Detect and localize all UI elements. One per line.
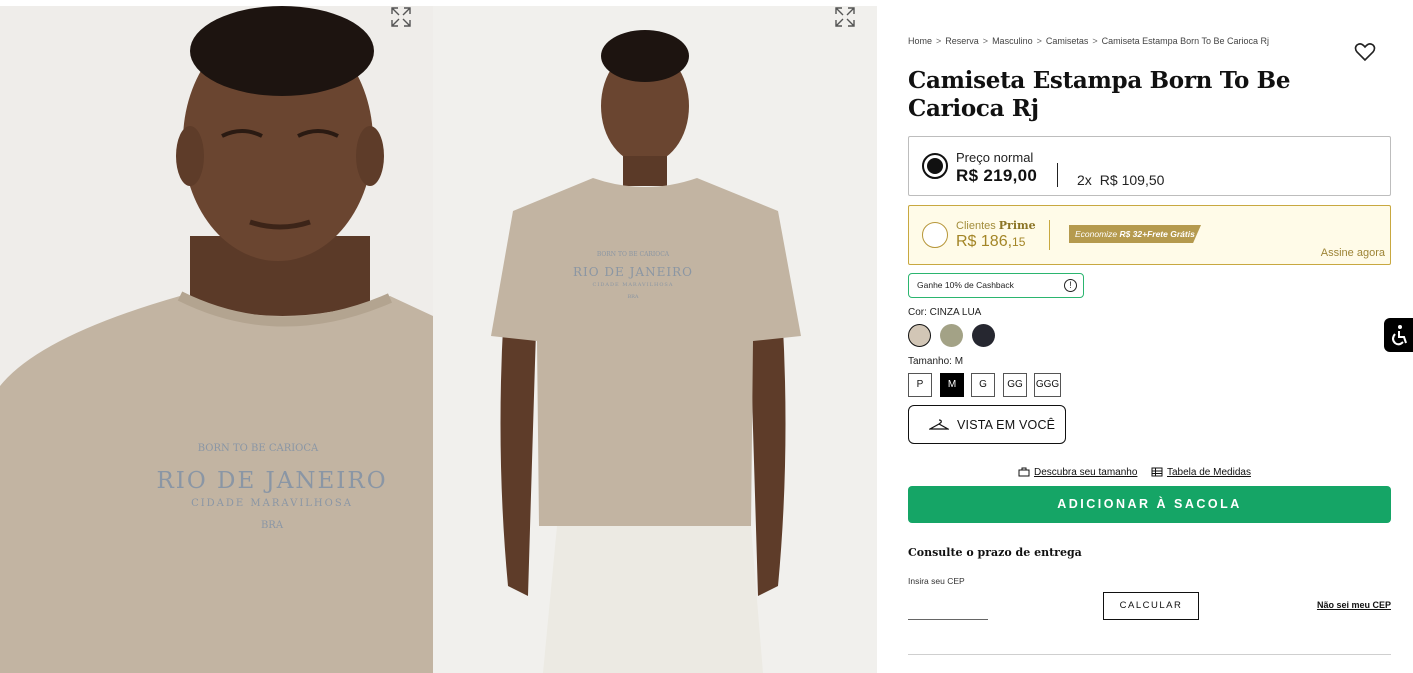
- unknown-cep-link[interactable]: Não sei meu CEP: [1317, 600, 1391, 610]
- print-line-1: BORN TO BE CARIOCA: [198, 443, 319, 454]
- cashback-badge: Ganhe 10% de Cashback !: [908, 273, 1084, 298]
- print-line-4: BRA: [261, 520, 284, 531]
- breadcrumb-home[interactable]: Home: [908, 36, 932, 46]
- color-swatch-green[interactable]: [940, 324, 963, 347]
- print-line-4: BRA: [627, 294, 638, 300]
- prime-tag-prefix: Economize: [1075, 229, 1118, 239]
- breadcrumb-reserva[interactable]: Reserva: [945, 36, 979, 46]
- cep-label: Insira seu CEP: [908, 576, 965, 586]
- print-line-2: RIO DE JANEIRO: [573, 265, 693, 279]
- price-option-prime[interactable]: Clientes Prime R$ 186,15 Economize R$ 32+…: [908, 205, 1391, 265]
- prime-price-cents: 15: [1012, 235, 1026, 249]
- normal-price-label: Preço normal: [956, 150, 1034, 165]
- print-line-1: BORN TO BE CARIOCA: [597, 251, 670, 258]
- accessibility-icon: [1392, 325, 1407, 346]
- breadcrumb-separator: >: [982, 36, 989, 46]
- product-photo-closeup[interactable]: BORN TO BE CARIOCA RIO DE JANEIRO CIDADE…: [0, 6, 433, 673]
- measure-icon: [1018, 467, 1030, 477]
- size-table-link[interactable]: Tabela de Medidas: [1151, 467, 1251, 478]
- product-photo-full[interactable]: BORN TO BE CARIOCA RIO DE JANEIRO CIDADE…: [433, 6, 877, 673]
- price-radio-unselected[interactable]: [922, 222, 948, 248]
- breadcrumb-separator: >: [1092, 36, 1098, 46]
- breadcrumb-separator: >: [936, 36, 942, 46]
- installment-count: 2x: [1077, 172, 1092, 188]
- cashback-label: Ganhe 10% de Cashback: [917, 280, 1014, 290]
- calculate-button[interactable]: CALCULAR: [1103, 592, 1199, 620]
- try-on-button[interactable]: VISTA EM VOCÊ: [908, 405, 1066, 444]
- product-gallery: BORN TO BE CARIOCA RIO DE JANEIRO CIDADE…: [0, 6, 877, 673]
- divider: [908, 654, 1391, 655]
- try-on-label: VISTA EM VOCÊ: [957, 418, 1056, 432]
- prime-subscribe-link[interactable]: Assine agora: [1321, 247, 1385, 259]
- expand-icon[interactable]: [834, 6, 856, 28]
- prime-price: R$ 186,15: [956, 233, 1025, 251]
- size-option-ggg[interactable]: GGG: [1034, 373, 1061, 397]
- prime-label: Clientes Prime: [956, 219, 1036, 232]
- prime-brand: Prime: [998, 219, 1036, 232]
- size-option-gg[interactable]: GG: [1003, 373, 1027, 397]
- prime-tag-value: R$ 32+Frete Grátis: [1119, 229, 1195, 239]
- product-details-panel: Home > Reserva > Masculino > Camisetas > Camiset…: [908, 0, 1391, 673]
- cep-input[interactable]: [908, 604, 988, 620]
- price-option-normal[interactable]: Preço normal R$ 219,00 2x R$ 109,50: [908, 136, 1391, 196]
- breadcrumb: Home > Reserva > Masculino > Camisetas > Camiset…: [908, 36, 1269, 46]
- size-label: Tamanho: M: [908, 356, 964, 367]
- heart-icon[interactable]: [1354, 42, 1376, 62]
- add-to-bag-button[interactable]: ADICIONAR À SACOLA: [908, 486, 1391, 523]
- breadcrumb-current[interactable]: Camiseta Estampa Born To Be Carioca Rj: [1102, 36, 1269, 46]
- price-radio-selected[interactable]: [922, 153, 948, 179]
- print-line-2: RIO DE JANEIRO: [156, 468, 387, 494]
- installments: 2x R$ 109,50: [1077, 172, 1164, 188]
- discover-size-link[interactable]: Descubra seu tamanho: [1018, 467, 1137, 478]
- table-icon: [1151, 467, 1163, 477]
- size-option-p[interactable]: P: [908, 373, 932, 397]
- color-swatch-navy[interactable]: [972, 324, 995, 347]
- color-label: Cor: CINZA LUA: [908, 307, 982, 318]
- accessibility-button[interactable]: [1384, 318, 1413, 352]
- size-table-label: Tabela de Medidas: [1167, 467, 1251, 478]
- prime-divider: [1049, 220, 1050, 250]
- breadcrumb-separator: >: [1036, 36, 1042, 46]
- prime-price-main: R$ 186,: [956, 233, 1013, 250]
- shipping-title: Consulte o prazo de entrega: [908, 546, 1082, 559]
- expand-icon[interactable]: [390, 6, 412, 28]
- size-option-m[interactable]: M: [940, 373, 964, 397]
- print-line-3: CIDADE MARAVILHOSA: [191, 498, 353, 509]
- prime-label-prefix: Clientes: [956, 220, 996, 232]
- installment-value: R$ 109,50: [1099, 172, 1165, 188]
- price-divider: [1057, 163, 1058, 187]
- breadcrumb-camisetas[interactable]: Camisetas: [1046, 36, 1089, 46]
- normal-price: R$ 219,00: [956, 166, 1038, 185]
- breadcrumb-masculino[interactable]: Masculino: [992, 36, 1033, 46]
- discover-size-label: Descubra seu tamanho: [1034, 467, 1138, 478]
- color-swatch-cinza-lua[interactable]: [908, 324, 931, 347]
- hanger-icon: [929, 419, 949, 430]
- product-title: Camiseta Estampa Born To Be Carioca Rj: [908, 67, 1291, 122]
- size-option-g[interactable]: G: [971, 373, 995, 397]
- info-icon[interactable]: !: [1064, 279, 1077, 292]
- print-line-3: CIDADE MARAVILHOSA: [593, 282, 674, 288]
- prime-savings-tag: Economize R$ 32+Frete Grátis: [1069, 225, 1201, 243]
